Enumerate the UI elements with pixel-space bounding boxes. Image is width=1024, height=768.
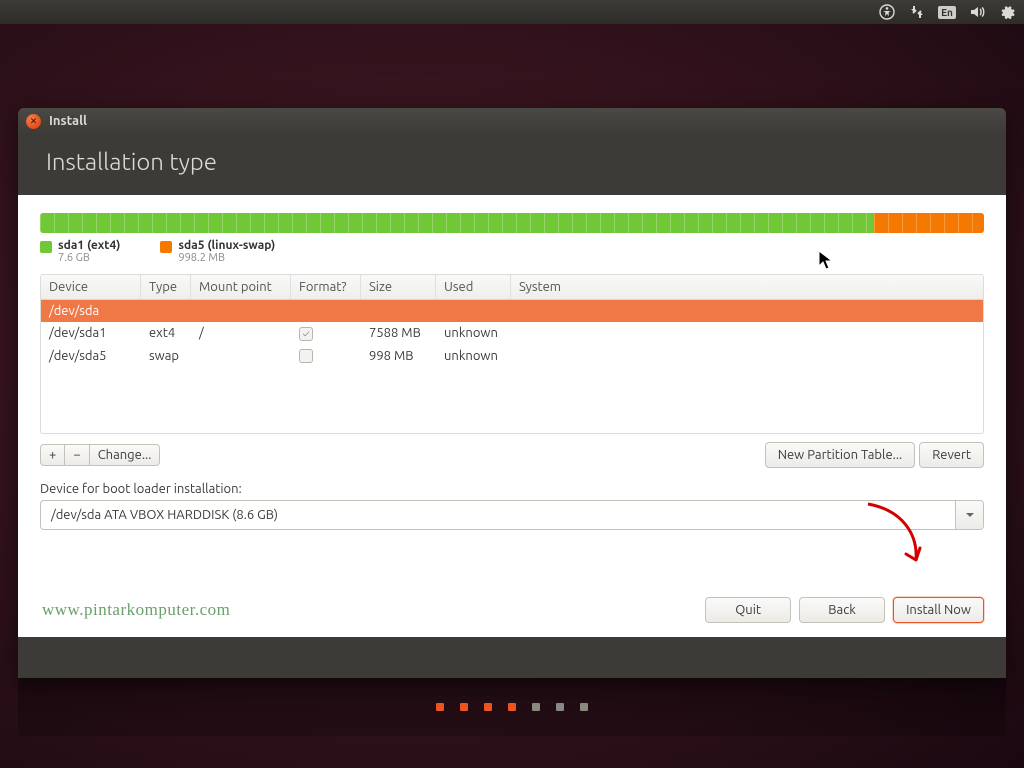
chevron-down-icon[interactable]: [955, 501, 983, 529]
col-format[interactable]: Format?: [291, 275, 361, 299]
disk-legend: sda1 (ext4) 7.6 GB sda5 (linux-swap) 998…: [40, 239, 984, 264]
cell-device: /dev/sda5: [41, 345, 141, 368]
cell-used: unknown: [436, 345, 511, 368]
cell-size: 7588 MB: [361, 322, 436, 345]
page-title: Installation type: [46, 148, 978, 175]
cell-system: [511, 345, 983, 368]
legend-title: sda5 (linux-swap): [178, 239, 275, 252]
volume-icon[interactable]: [968, 3, 986, 21]
table-row[interactable]: /dev/sda1 ext4 / 7588 MB unknown: [41, 322, 983, 345]
cell-type: swap: [141, 345, 191, 368]
add-remove-group: + − Change...: [40, 444, 160, 466]
partition-toolbar: + − Change... New Partition Table... Rev…: [40, 442, 984, 468]
col-used[interactable]: Used: [436, 275, 511, 299]
cell-mount: /: [191, 322, 291, 345]
window-header: Installation type: [18, 134, 1006, 195]
keyboard-language-indicator[interactable]: En: [938, 3, 956, 21]
window-titlebar[interactable]: ✕ Install: [18, 108, 1006, 134]
content-panel: sda1 (ext4) 7.6 GB sda5 (linux-swap) 998…: [18, 195, 1006, 637]
legend-sub: 7.6 GB: [58, 252, 120, 264]
table-row-disk[interactable]: /dev/sda: [41, 300, 983, 322]
col-system[interactable]: System: [511, 275, 983, 299]
swatch-icon: [160, 241, 172, 253]
table-row[interactable]: /dev/sda5 swap 998 MB unknown: [41, 345, 983, 368]
col-device[interactable]: Device: [41, 275, 141, 299]
accessibility-icon[interactable]: [878, 3, 896, 21]
wizard-footer-buttons: Quit Back Install Now: [705, 597, 984, 623]
legend-item-sda1: sda1 (ext4) 7.6 GB: [40, 239, 120, 264]
remove-partition-button[interactable]: −: [64, 444, 89, 466]
back-button[interactable]: Back: [799, 597, 885, 623]
cell-format: [291, 322, 361, 345]
change-partition-button[interactable]: Change...: [89, 444, 161, 466]
system-top-bar: En: [0, 0, 1024, 24]
progress-dot: [580, 703, 588, 711]
window-title: Install: [49, 114, 87, 128]
progress-dot: [484, 703, 492, 711]
cell-type: ext4: [141, 322, 191, 345]
bootloader-device-combo[interactable]: /dev/sda ATA VBOX HARDDISK (8.6 GB): [40, 500, 984, 530]
col-type[interactable]: Type: [141, 275, 191, 299]
close-icon[interactable]: ✕: [26, 114, 41, 129]
cell-system: [511, 322, 983, 345]
swatch-icon: [40, 241, 52, 253]
new-partition-table-button[interactable]: New Partition Table...: [765, 442, 916, 468]
col-size[interactable]: Size: [361, 275, 436, 299]
cell-mount: [191, 345, 291, 368]
checkbox-icon[interactable]: [299, 327, 313, 341]
bootloader-label: Device for boot loader installation:: [40, 482, 984, 496]
cell-format: [291, 345, 361, 368]
cell-size: 998 MB: [361, 345, 436, 368]
combo-value: /dev/sda ATA VBOX HARDDISK (8.6 GB): [41, 508, 955, 522]
disk-segment-sda1[interactable]: [40, 213, 874, 233]
progress-dot: [508, 703, 516, 711]
progress-dot: [532, 703, 540, 711]
legend-title: sda1 (ext4): [58, 239, 120, 252]
progress-dot: [556, 703, 564, 711]
progress-dot: [460, 703, 468, 711]
revert-button[interactable]: Revert: [919, 442, 984, 468]
col-mount[interactable]: Mount point: [191, 275, 291, 299]
installer-window: ✕ Install Installation type sda1 (ext4) …: [18, 108, 1006, 678]
quit-button[interactable]: Quit: [705, 597, 791, 623]
legend-item-sda5: sda5 (linux-swap) 998.2 MB: [160, 239, 275, 264]
install-now-button[interactable]: Install Now: [893, 597, 984, 623]
add-partition-button[interactable]: +: [40, 444, 65, 466]
watermark-text: www.pintarkomputer.com: [42, 600, 230, 620]
progress-dot: [436, 703, 444, 711]
system-gear-icon[interactable]: [998, 3, 1016, 21]
cell-device: /dev/sda1: [41, 322, 141, 345]
wizard-progress-dots: [18, 678, 1006, 736]
disk-usage-bar: [40, 213, 984, 233]
checkbox-icon[interactable]: [299, 349, 313, 363]
partition-table[interactable]: Device Type Mount point Format? Size Use…: [40, 274, 984, 434]
table-header-row: Device Type Mount point Format? Size Use…: [41, 275, 983, 300]
network-icon[interactable]: [908, 3, 926, 21]
cell-device: /dev/sda: [41, 300, 983, 322]
legend-sub: 998.2 MB: [178, 252, 275, 264]
cell-used: unknown: [436, 322, 511, 345]
disk-segment-sda5[interactable]: [874, 213, 984, 233]
